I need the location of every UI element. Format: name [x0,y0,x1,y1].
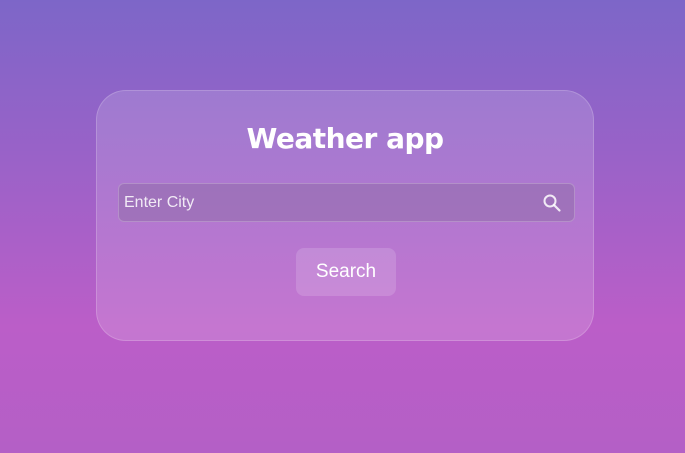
search-button[interactable]: Search [296,248,396,296]
app-title: Weather app [246,122,444,155]
city-search-input[interactable] [119,184,529,221]
search-icon[interactable] [542,193,562,213]
weather-card: Weather app Search [96,90,594,341]
search-bar [118,183,575,222]
